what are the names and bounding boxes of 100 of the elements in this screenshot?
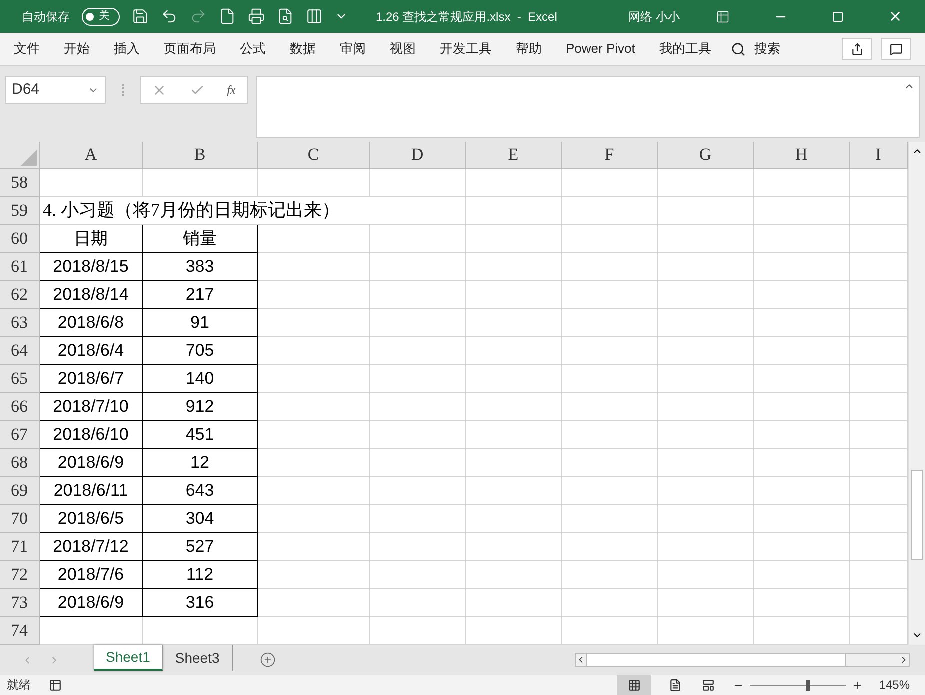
grid-cell[interactable] [562,505,658,533]
row-header[interactable]: 58 [0,169,40,197]
grid-cell[interactable] [754,393,850,421]
grid-cell[interactable] [562,393,658,421]
grid-cell[interactable] [370,309,466,337]
macro-record-icon[interactable] [49,678,62,692]
grid-cell[interactable] [370,533,466,561]
menu-tab[interactable]: 视图 [378,39,428,59]
grid-cell[interactable] [466,197,562,225]
menu-tab[interactable]: 文件 [14,39,52,59]
grid-cell[interactable] [370,561,466,589]
column-header[interactable]: G [658,142,754,169]
menu-tab[interactable]: 公式 [228,39,278,59]
maximize-icon[interactable] [832,10,844,22]
column-header[interactable]: F [562,142,658,169]
grid-cell[interactable] [562,253,658,281]
grid-cell[interactable] [754,589,850,617]
grid-cell[interactable] [258,589,370,617]
menu-tab[interactable]: 开发工具 [428,39,504,59]
menu-tab[interactable]: 开始 [52,39,102,59]
grid-cell[interactable] [658,533,754,561]
grid-cell[interactable] [466,505,562,533]
row-header[interactable]: 69 [0,477,40,505]
grid-cell[interactable] [370,281,466,309]
grid-cell[interactable] [466,309,562,337]
grid-cell[interactable] [562,309,658,337]
grid-cell[interactable] [466,421,562,449]
comments-button[interactable] [881,38,911,60]
grid-cell[interactable] [754,253,850,281]
row-header[interactable]: 73 [0,589,40,617]
row-header[interactable]: 64 [0,337,40,365]
column-header[interactable]: D [370,142,466,169]
grid-cell[interactable] [258,421,370,449]
insert-function-button[interactable]: fx [227,81,236,99]
grid-cell[interactable] [370,477,466,505]
grid-cell[interactable] [370,449,466,477]
row-header[interactable]: 74 [0,617,40,645]
grid-cell[interactable] [754,281,850,309]
grid-cell[interactable] [258,533,370,561]
normal-view-button[interactable] [617,675,652,695]
grid-cell[interactable] [658,225,754,253]
grid-cell[interactable] [562,365,658,393]
grid-cell[interactable] [258,169,370,197]
grid-cell[interactable] [754,309,850,337]
column-header[interactable]: E [466,142,562,169]
grid-cell[interactable] [754,505,850,533]
zoom-level[interactable]: 145% [879,676,910,694]
grid-cell[interactable] [466,225,562,253]
search-label[interactable]: 搜索 [754,39,780,59]
grid-cell[interactable] [658,589,754,617]
new-file-icon[interactable] [219,8,236,25]
grid-cell[interactable] [658,169,754,197]
grid-cell[interactable] [466,561,562,589]
grid-cell[interactable] [466,281,562,309]
menu-tab[interactable]: 审阅 [328,39,378,59]
grid-cell[interactable] [466,365,562,393]
vertical-scrollbar[interactable] [908,142,925,645]
grid-cell[interactable] [466,253,562,281]
grid-cell[interactable] [562,225,658,253]
grid-cell[interactable] [466,449,562,477]
column-header[interactable]: C [258,142,370,169]
menu-tab[interactable]: 数据 [278,39,328,59]
menu-tab[interactable]: 插入 [102,39,152,59]
grid-cell[interactable] [370,421,466,449]
grid-cell[interactable] [40,169,143,197]
grid-cell[interactable] [466,589,562,617]
scroll-thumb[interactable] [586,654,846,666]
grid-cell[interactable] [658,337,754,365]
grid-cell[interactable] [754,197,850,225]
page-setup-icon[interactable] [306,8,323,25]
grid-cell[interactable] [658,393,754,421]
page-break-icon[interactable] [702,678,716,692]
grid-cell[interactable] [754,337,850,365]
menu-tab[interactable]: 我的工具 [647,39,724,59]
grid-cell[interactable] [658,561,754,589]
grid-cell[interactable] [143,169,258,197]
row-header[interactable]: 71 [0,533,40,561]
menu-tab[interactable]: 帮助 [504,39,554,59]
grid-cell[interactable] [562,421,658,449]
row-header[interactable]: 66 [0,393,40,421]
grid-cell[interactable] [562,281,658,309]
menu-tab[interactable]: Power Pivot [554,39,648,59]
grid-cell[interactable] [754,225,850,253]
grid-cell[interactable] [258,225,370,253]
grid-cell[interactable] [258,253,370,281]
row-header[interactable]: 59 [0,197,40,225]
row-header[interactable]: 61 [0,253,40,281]
row-header[interactable]: 65 [0,365,40,393]
grid-cell[interactable] [562,561,658,589]
grid-cell[interactable] [370,337,466,365]
zoom-thumb[interactable] [806,680,810,690]
sheet-tab[interactable]: Sheet1 [94,645,164,671]
grid-cell[interactable] [658,421,754,449]
grid-cell[interactable] [562,449,658,477]
scroll-thumb[interactable] [911,470,923,560]
add-sheet-icon[interactable] [260,652,276,668]
grid-cell[interactable] [466,477,562,505]
grid-cell[interactable] [466,393,562,421]
search-icon[interactable] [731,42,746,56]
row-header[interactable]: 72 [0,561,40,589]
